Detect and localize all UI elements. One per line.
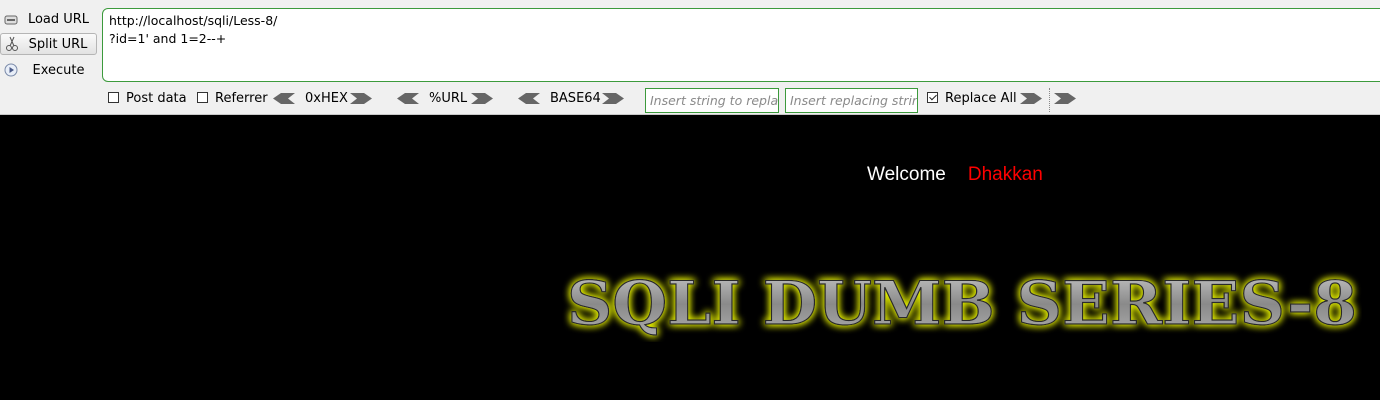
scissors-icon (4, 36, 20, 52)
find-string-input[interactable]: Insert string to replace (645, 88, 779, 113)
play-icon (3, 62, 19, 78)
base64-label: BASE64 (550, 91, 601, 106)
load-url-label: Load URL (27, 11, 90, 27)
user-name: Dhakkan (967, 164, 1043, 185)
post-data-checkbox[interactable] (108, 92, 119, 103)
hex-encode-arrow-icon[interactable] (350, 93, 372, 104)
load-url-button[interactable]: Load URL (0, 8, 98, 30)
hex-decode-arrow-icon[interactable] (273, 93, 295, 104)
split-url-button[interactable]: Split URL (0, 33, 97, 55)
execute-button[interactable]: Execute (0, 59, 98, 81)
base64-encode-arrow-icon[interactable] (602, 93, 624, 104)
load-url-icon (3, 11, 19, 27)
url-textarea[interactable]: http://localhost/sqli/Less-8/ ?id=1' and… (102, 8, 1380, 82)
replace-arrow-icon[interactable] (1020, 93, 1042, 104)
hackbar-toolbar: Load URL Split URL Execute http://localh… (0, 0, 1380, 115)
toolbar-separator (1049, 88, 1050, 112)
split-url-label: Split URL (28, 36, 88, 52)
base64-decode-arrow-icon[interactable] (518, 93, 540, 104)
url-encode-arrow-icon[interactable] (471, 93, 493, 104)
post-data-label: Post data (126, 91, 187, 106)
url-decode-arrow-icon[interactable] (397, 93, 419, 104)
replace-next-arrow-icon[interactable] (1054, 93, 1076, 104)
welcome-message: Welcome Dhakkan (867, 164, 1043, 186)
url-encode-label: %URL (429, 91, 468, 106)
referrer-label: Referrer (215, 91, 268, 106)
replace-string-input[interactable]: Insert replacing string (785, 88, 918, 113)
page-banner: SQLI DUMB SERIES-8 (566, 268, 1357, 339)
referrer-checkbox[interactable] (197, 92, 208, 103)
options-row: Post data Referrer 0xHEX %URL BASE64 Ins… (0, 88, 1380, 113)
execute-label: Execute (32, 62, 85, 78)
replace-all-checkbox[interactable] (927, 92, 938, 103)
replace-all-label: Replace All (945, 91, 1017, 106)
welcome-text: Welcome (867, 164, 946, 185)
hex-label: 0xHEX (305, 91, 348, 106)
banner-title: SQLI DUMB SERIES-8 (567, 269, 1357, 339)
